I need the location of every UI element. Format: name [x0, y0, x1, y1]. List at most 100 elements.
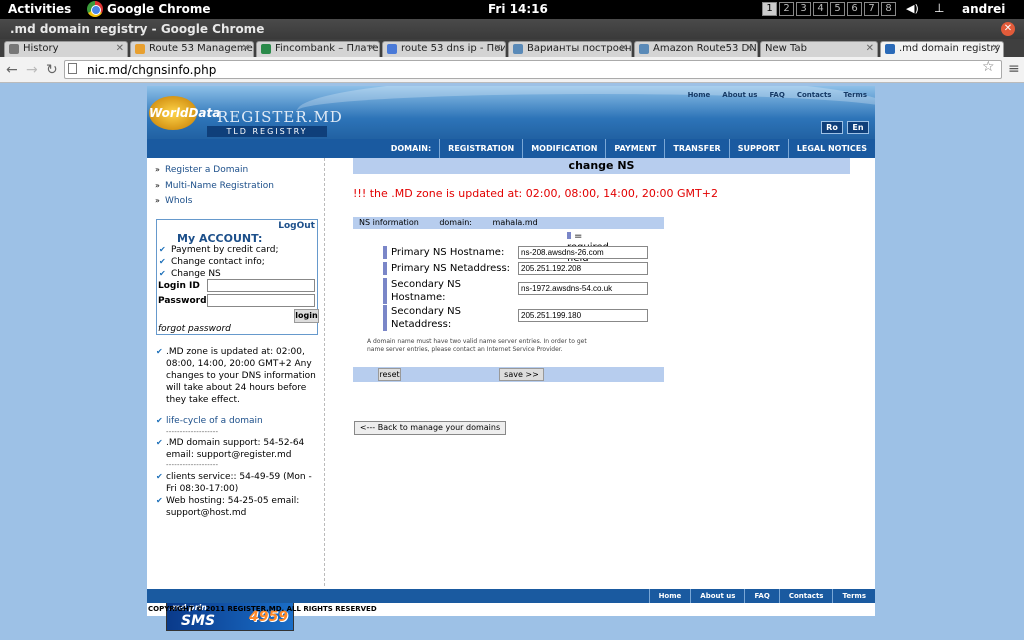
page-icon	[68, 63, 77, 74]
tab-amazon-route53[interactable]: Amazon Route53 DNS ✕	[634, 41, 758, 57]
volume-icon[interactable]: ◀)	[906, 2, 919, 15]
sidebar-link-register[interactable]: » Register a Domain	[155, 165, 248, 175]
footer-link-faq[interactable]: FAQ	[744, 589, 778, 603]
password-input[interactable]	[207, 294, 315, 307]
close-tab-icon[interactable]: ✕	[116, 43, 124, 54]
header-link-home[interactable]: Home	[688, 91, 711, 99]
login-id-label: Login ID	[158, 281, 200, 291]
tab-fincombank[interactable]: Fincombank – Платеж ✕	[256, 41, 380, 57]
history-icon	[9, 44, 19, 54]
account-title: My ACCOUNT:	[177, 232, 263, 245]
nav-transfer[interactable]: TRANSFER	[664, 139, 728, 158]
workspace-2[interactable]: 2	[779, 2, 794, 16]
forward-icon[interactable]: →	[26, 62, 38, 78]
main-nav: DOMAIN: REGISTRATION MODIFICATION PAYMEN…	[147, 139, 875, 158]
secondary-netaddress-input[interactable]	[518, 309, 648, 322]
app-menu[interactable]: Google Chrome	[87, 1, 211, 17]
footer-link-about[interactable]: About us	[690, 589, 744, 603]
site-logo[interactable]: WorldData	[149, 96, 220, 130]
primary-hostname-input[interactable]	[518, 246, 648, 259]
web-page: WorldData REGISTER.MD TLD REGISTRY Home …	[147, 86, 875, 631]
reload-icon[interactable]: ↻	[46, 62, 58, 78]
workspace-3[interactable]: 3	[796, 2, 811, 16]
footer-link-home[interactable]: Home	[648, 589, 691, 603]
lang-en-button[interactable]: En	[847, 121, 869, 134]
zone-update-note: ✔ .MD zone is updated at: 02:00, 08:00, 1…	[156, 347, 316, 405]
nav-registration[interactable]: REGISTRATION	[439, 139, 522, 158]
close-window-button[interactable]: ✕	[1001, 22, 1015, 36]
close-tab-icon[interactable]: ✕	[866, 43, 874, 54]
user-menu[interactable]: andrei	[962, 2, 1005, 16]
activities-button[interactable]: Activities	[8, 2, 71, 16]
workspace-1[interactable]: 1	[762, 2, 777, 16]
double-chevron-icon: »	[155, 181, 160, 190]
close-tab-icon[interactable]: ✕	[746, 43, 754, 54]
nav-support[interactable]: SUPPORT	[728, 139, 788, 158]
double-chevron-icon: »	[155, 196, 160, 205]
primary-netaddress-input[interactable]	[518, 262, 648, 275]
workspace-switcher[interactable]: 1 2 3 4 5 6 7 8	[762, 2, 896, 16]
login-id-input[interactable]	[207, 279, 315, 292]
window-title: .md domain registry - Google Chrome	[10, 22, 265, 36]
workspace-4[interactable]: 4	[813, 2, 828, 16]
sidebar-link-multiname[interactable]: » Multi-Name Registration	[155, 181, 274, 191]
nav-legal-notices[interactable]: LEGAL NOTICES	[787, 139, 875, 158]
ns-info-label: NS information	[359, 218, 419, 227]
network-icon[interactable]: ⊥	[934, 1, 944, 15]
clock[interactable]: Fri 14:16	[488, 2, 548, 16]
bookmark-star-icon[interactable]: ☆	[982, 59, 995, 75]
lang-ro-button[interactable]: Ro	[821, 121, 843, 134]
workspace-8[interactable]: 8	[881, 2, 896, 16]
header-link-contacts[interactable]: Contacts	[797, 91, 832, 99]
page-title: change NS	[353, 158, 850, 174]
divider: - - - - - - - - - - - - - - - - - - -	[166, 428, 218, 436]
login-button[interactable]: login	[294, 309, 319, 323]
close-tab-icon[interactable]: ✕	[242, 43, 250, 54]
tab-md-registry[interactable]: .md domain registry ✕	[880, 41, 1004, 58]
ns-hint: A domain name must have two valid name s…	[367, 338, 587, 353]
footer-link-terms[interactable]: Terms	[832, 589, 875, 603]
save-button[interactable]: save >>	[499, 368, 544, 381]
divider: - - - - - - - - - - - - - - - - - - -	[166, 461, 218, 469]
footer-link-contacts[interactable]: Contacts	[778, 589, 833, 603]
tab-new[interactable]: New Tab ✕	[760, 41, 878, 57]
sidebar-link-whois[interactable]: » WhoIs	[155, 196, 192, 206]
close-tab-icon[interactable]: ✕	[620, 43, 628, 54]
close-tab-icon[interactable]: ✕	[368, 43, 376, 54]
forgot-password-link[interactable]: forgot password	[158, 324, 231, 334]
account-option-payment[interactable]: ✔ Payment by credit card;	[159, 245, 279, 255]
workspace-6[interactable]: 6	[847, 2, 862, 16]
menu-icon[interactable]: ≡	[1008, 61, 1020, 77]
logout-link[interactable]: LogOut	[278, 221, 315, 231]
secondary-hostname-input[interactable]	[518, 282, 648, 295]
check-icon: ✔	[159, 257, 166, 266]
lifecycle-link[interactable]: ✔ life-cycle of a domain	[156, 415, 316, 427]
header-link-terms[interactable]: Terms	[843, 91, 867, 99]
address-bar[interactable]: nic.md/chgnsinfo.php	[64, 60, 1002, 79]
workspace-7[interactable]: 7	[864, 2, 879, 16]
header-link-about[interactable]: About us	[722, 91, 757, 99]
back-icon[interactable]: ←	[6, 62, 18, 78]
tab-search[interactable]: route 53 dns ip - Поис ✕	[382, 41, 506, 57]
form-buttons: reset save >>	[353, 367, 664, 382]
nav-modification[interactable]: MODIFICATION	[522, 139, 605, 158]
brand-name: REGISTER.MD	[217, 108, 343, 126]
toolbar: ← → ↻ nic.md/chgnsinfo.php ☆ ≡	[0, 57, 1024, 83]
tab-variants[interactable]: Варианты построения✕	[508, 41, 632, 57]
workspace-5[interactable]: 5	[830, 2, 845, 16]
aws-icon	[135, 44, 145, 54]
nav-payment[interactable]: PAYMENT	[605, 139, 664, 158]
close-tab-icon[interactable]: ✕	[494, 43, 502, 54]
account-option-contact[interactable]: ✔ Change contact info;	[159, 257, 265, 267]
google-icon	[387, 44, 397, 54]
header-link-faq[interactable]: FAQ	[769, 91, 784, 99]
back-to-domains-button[interactable]: <--- Back to manage your domains	[354, 421, 506, 435]
support-note: ✔ .MD domain support: 54-52-64 email: sup…	[156, 438, 305, 460]
tab-strip: History ✕ Route 53 Management ✕ Fincombank…	[0, 39, 1024, 58]
reset-button[interactable]: reset	[378, 368, 401, 381]
close-tab-icon[interactable]: ✕	[992, 43, 1000, 54]
check-icon: ✔	[156, 438, 163, 447]
account-option-ns[interactable]: ✔ Change NS	[159, 269, 221, 279]
tab-route53[interactable]: Route 53 Management ✕	[130, 41, 254, 57]
tab-history[interactable]: History ✕	[4, 41, 128, 57]
